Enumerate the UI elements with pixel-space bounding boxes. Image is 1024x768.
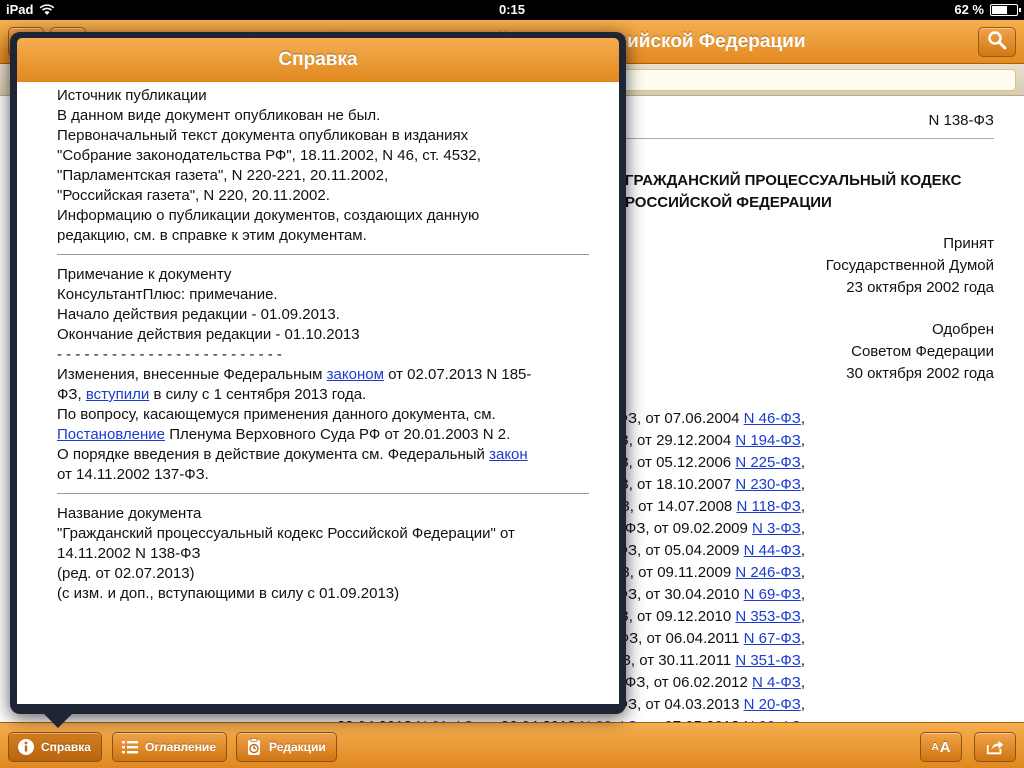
search-field[interactable]: [620, 69, 1016, 91]
amendment-text: ,: [800, 586, 805, 603]
amendment-link[interactable]: N 225-ФЗ: [735, 454, 801, 471]
amendment-link[interactable]: N 230-ФЗ: [735, 476, 801, 493]
amendment-text: ,: [800, 608, 805, 625]
share-icon: [986, 738, 1004, 756]
search-icon: [987, 30, 1007, 55]
contents-button[interactable]: Оглавление: [112, 732, 227, 762]
approved-line-1: Одобрен: [932, 321, 994, 338]
note-line: Постановление Пленума Верховного Суда РФ…: [57, 426, 511, 443]
name-line: 14.11.2002 N 138-ФЗ: [57, 545, 201, 562]
bottom-toolbar: Справка Оглавление Редакции AA: [0, 722, 1024, 768]
section-heading: Примечание к документу: [57, 266, 232, 283]
amendment-link[interactable]: N 46-ФЗ: [744, 410, 801, 427]
section-heading: Источник публикации: [57, 87, 207, 104]
battery-fill: [992, 5, 1007, 14]
amendment-text: ,: [800, 520, 805, 537]
list-icon: [121, 738, 139, 756]
note-line: Окончание действия редакции - 01.10.2013: [57, 326, 360, 343]
status-bar: iPad 0:15 62 %: [0, 0, 1024, 20]
amendment-link[interactable]: N 246-ФЗ: [735, 564, 801, 581]
clock: 0:15: [498, 2, 526, 17]
info-icon: [17, 738, 35, 756]
accepted-line-1: Принят: [943, 235, 994, 252]
amendment-text: ,: [800, 498, 805, 515]
document-number: N 138-ФЗ: [928, 112, 995, 129]
note-line: По вопросу, касающемуся применения данно…: [57, 406, 496, 423]
note-line: Начало действия редакции - 01.09.2013.: [57, 306, 340, 323]
amendment-link[interactable]: N 44-ФЗ: [744, 542, 801, 559]
battery-percent: 62 %: [954, 2, 984, 17]
law-link[interactable]: законом: [327, 366, 384, 383]
amendment-link[interactable]: N 118-ФЗ: [736, 498, 800, 515]
font-size-button[interactable]: AA: [920, 732, 962, 762]
publication-source-section: Источник публикации В данном виде докуме…: [57, 86, 589, 254]
section-heading: Название документа: [57, 505, 202, 522]
editions-button-label: Редакции: [269, 740, 326, 754]
amendment-link[interactable]: N 20-ФЗ: [744, 696, 801, 713]
note-line: ФЗ, вступили в силу с 1 сентября 2013 го…: [57, 386, 367, 403]
note-line: от 14.11.2002 137-ФЗ.: [57, 466, 209, 483]
document-title-line-1: ГРАЖДАНСКИЙ ПРОЦЕССУАЛЬНЫЙ КОДЕКС: [625, 172, 962, 189]
entered-into-force-link[interactable]: вступили: [86, 386, 149, 403]
resolution-link[interactable]: Постановление: [57, 426, 165, 443]
editions-button[interactable]: Редакции: [236, 732, 337, 762]
amendment-text: ,: [800, 432, 805, 449]
clipboard-clock-icon: [245, 738, 263, 756]
document-note-section: Примечание к документу КонсультантПлюс: …: [57, 265, 589, 493]
info-button-label: Справка: [41, 740, 91, 754]
source-line: редакцию, см. в справке к этим документа…: [57, 227, 367, 244]
info-popover: Справка Источник публикации В данном вид…: [10, 32, 626, 714]
amendment-text: ,: [800, 454, 805, 471]
amendment-link[interactable]: N 4-ФЗ: [752, 674, 801, 691]
popover-title: Справка: [17, 38, 619, 82]
divider: [620, 138, 994, 139]
contents-button-label: Оглавление: [145, 740, 216, 754]
section-divider: [57, 254, 589, 255]
document-name-section: Название документа "Гражданский процессу…: [57, 504, 589, 612]
amendment-text: ,: [800, 652, 805, 669]
approved-line-3: 30 октября 2002 года: [846, 365, 994, 382]
accepted-line-2: Государственной Думой: [825, 257, 994, 274]
note-line: Изменения, внесенные Федеральным законом…: [57, 366, 532, 383]
share-button[interactable]: [974, 732, 1016, 762]
amendment-text: ,: [800, 696, 805, 713]
popover-body[interactable]: Источник публикации В данном виде докуме…: [17, 82, 619, 704]
info-button[interactable]: Справка: [8, 732, 102, 762]
source-line: В данном виде документ опубликован не бы…: [57, 107, 381, 124]
font-size-label: A: [939, 738, 951, 756]
amendment-link[interactable]: N 3-ФЗ: [752, 520, 801, 537]
amendment-link[interactable]: N 353-ФЗ: [735, 608, 801, 625]
amendment-text: ,: [800, 564, 805, 581]
note-line: О порядке введения в действие документа …: [57, 446, 528, 463]
amendment-text: ,: [800, 410, 805, 427]
source-line: Первоначальный текст документа опубликов…: [57, 127, 469, 144]
document-title-line-2: РОССИЙСКОЙ ФЕДЕРАЦИИ: [625, 194, 832, 211]
amendment-text: ,: [800, 542, 805, 559]
amendment-link[interactable]: N 194-ФЗ: [735, 432, 801, 449]
amendment-link[interactable]: N 351-ФЗ: [735, 652, 801, 669]
amendment-text: ,: [800, 630, 805, 647]
name-line: (с изм. и доп., вступающими в силу с 01.…: [57, 585, 400, 602]
accepted-line-3: 23 октября 2002 года: [846, 279, 994, 296]
source-line: "Собрание законодательства РФ", 18.11.20…: [57, 147, 481, 164]
amendment-link[interactable]: N 67-ФЗ: [744, 630, 801, 647]
search-button[interactable]: [978, 27, 1016, 57]
source-line: "Российская газета", N 220, 20.11.2002.: [57, 187, 330, 204]
popover-arrow: [42, 712, 74, 728]
note-line: КонсультантПлюс: примечание.: [57, 286, 278, 303]
name-line: (ред. от 02.07.2013): [57, 565, 195, 582]
source-line: "Парламентская газета", N 220-221, 20.11…: [57, 167, 389, 184]
federal-law-link[interactable]: закон: [489, 446, 528, 463]
amendment-link[interactable]: N 69-ФЗ: [744, 586, 801, 603]
source-line: Информацию о публикации документов, созд…: [57, 207, 480, 224]
name-line: "Гражданский процессуальный кодекс Росси…: [57, 525, 515, 542]
amendment-text: ,: [800, 476, 805, 493]
battery-icon: [990, 3, 1021, 16]
section-divider: [57, 493, 589, 494]
amendment-text: ,: [800, 674, 805, 691]
approved-line-2: Советом Федерации: [851, 343, 994, 360]
note-dashes: - - - - - - - - - - - - - - - - - - - - …: [57, 346, 282, 363]
